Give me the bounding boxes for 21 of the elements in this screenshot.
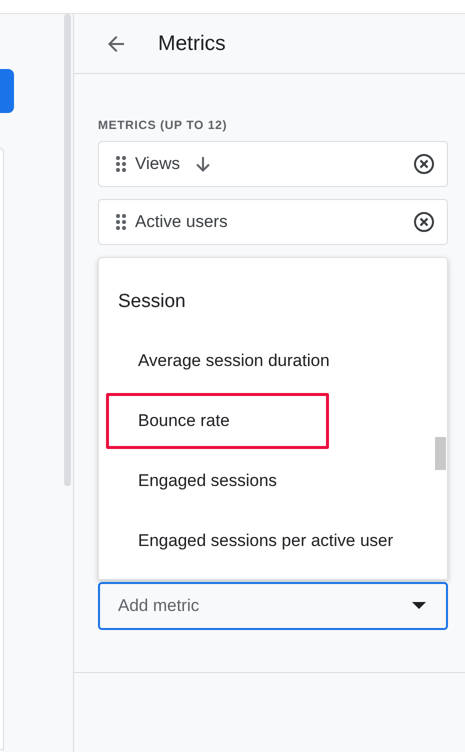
section-label: METRICS (UP TO 12)	[98, 118, 228, 132]
metric-name: Views	[135, 154, 180, 174]
menu-item[interactable]: Engaged sessions per active user	[106, 513, 408, 569]
metric-name: Active users	[135, 212, 228, 232]
drag-handle-icon[interactable]	[115, 213, 127, 231]
metric-chip[interactable]: Views	[98, 141, 448, 187]
down-arrow-icon[interactable]	[194, 155, 212, 173]
remove-icon[interactable]	[413, 211, 435, 233]
menu-item[interactable]: Engaged sessions	[106, 453, 291, 509]
drag-handle-icon[interactable]	[115, 155, 127, 173]
add-metric-field[interactable]: Add metric	[98, 582, 448, 630]
scrollbar-thumb[interactable]	[435, 437, 446, 470]
metric-chip[interactable]: Active users	[98, 199, 448, 245]
menu-item[interactable]: Average session duration	[106, 333, 344, 389]
dropdown-caret-icon[interactable]	[412, 602, 426, 610]
menu-item[interactable]: Bounce rate	[106, 393, 329, 449]
panel-title: Metrics	[158, 32, 226, 56]
menu-group-heading: Session	[117, 290, 187, 314]
scrollbar[interactable]	[64, 14, 71, 486]
remove-icon[interactable]	[413, 153, 435, 175]
primary-button[interactable]	[0, 69, 14, 113]
